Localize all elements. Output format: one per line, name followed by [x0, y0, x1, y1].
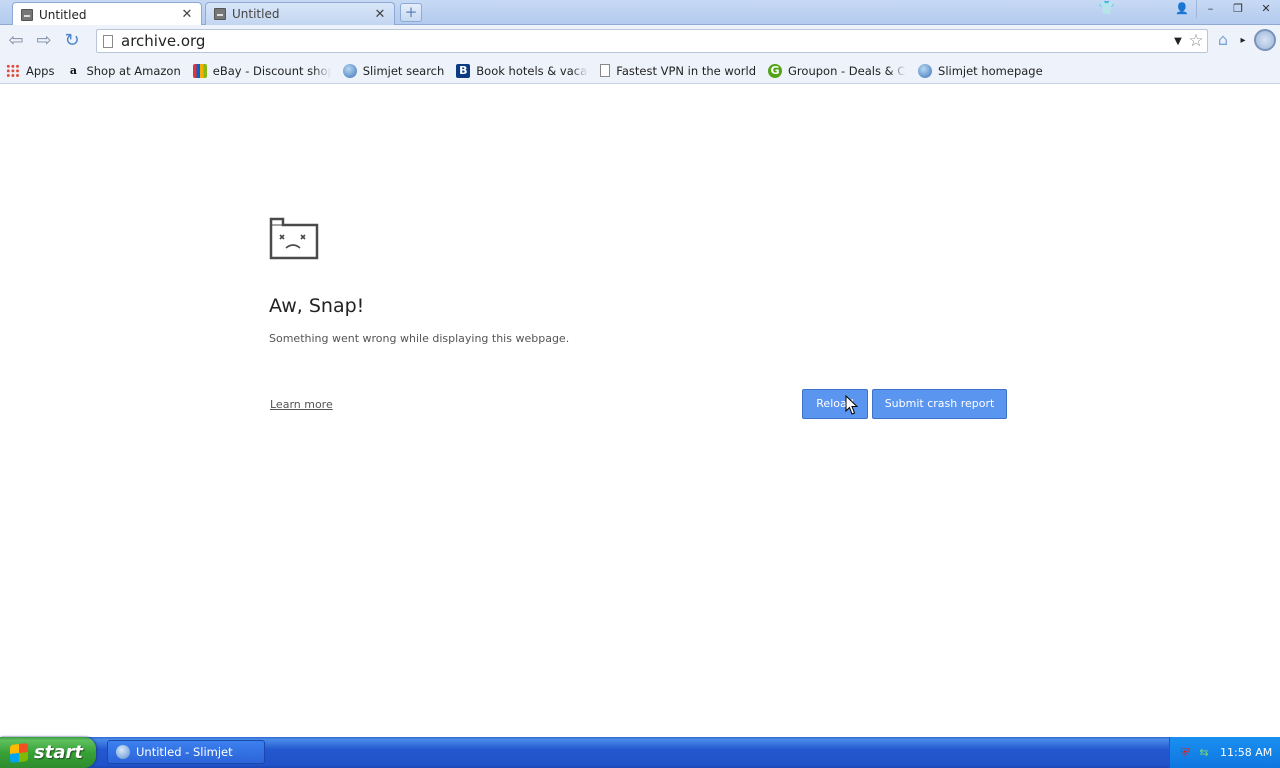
forward-arrow-icon[interactable]: ⇨ — [32, 30, 56, 54]
error-message: Something went wrong while displaying th… — [269, 332, 570, 345]
start-label: start — [34, 742, 83, 763]
maximize-button[interactable]: ❐ — [1224, 0, 1252, 18]
sad-tab-favicon-icon — [214, 8, 226, 20]
page-content: Aw, Snap! Something went wrong while dis… — [0, 85, 1280, 737]
bookmark-label: Fastest VPN in the world — [616, 63, 757, 78]
slimjet-icon — [116, 745, 130, 759]
network-icon[interactable]: ⇆ — [1197, 746, 1211, 760]
window-controls: 👤 – ❐ ✕ — [1168, 0, 1280, 20]
bookmark-label: eBay - Discount shoppin — [212, 63, 331, 78]
profile-icon[interactable]: 👤 — [1168, 0, 1196, 18]
back-arrow-icon[interactable]: ⇦ — [4, 30, 28, 54]
sad-tab-favicon-icon — [21, 8, 33, 21]
bookmark-star-icon[interactable]: ☆ — [1185, 31, 1207, 51]
bookmark-label: Apps — [26, 63, 55, 78]
bookmark-vpn[interactable]: Fastest VPN in the world — [600, 64, 756, 78]
browser-menu-icon[interactable] — [1254, 29, 1276, 51]
bookmark-label: Shop at Amazon — [86, 63, 181, 78]
tab-untitled-active[interactable]: Untitled ✕ — [12, 2, 202, 26]
tab-close-icon[interactable]: ✕ — [372, 7, 388, 22]
tab-untitled-inactive[interactable]: Untitled ✕ — [205, 2, 395, 25]
bookmark-groupon[interactable]: G Groupon - Deals & Coup — [768, 63, 906, 78]
bookmark-slimjet-homepage[interactable]: Slimjet homepage — [918, 63, 1043, 78]
home-icon[interactable]: ⌂ — [1212, 30, 1234, 52]
apps-grid-icon — [6, 63, 20, 78]
taskbar-item-label: Untitled - Slimjet — [136, 745, 233, 759]
ebay-icon — [192, 63, 207, 78]
tab-close-icon[interactable]: ✕ — [179, 7, 195, 22]
booking-icon: B — [456, 63, 471, 78]
bookmark-apps[interactable]: Apps — [6, 63, 55, 78]
minimize-button[interactable]: – — [1196, 0, 1224, 18]
bookmark-label: Groupon - Deals & Coup — [788, 63, 906, 78]
bookmark-booking[interactable]: B Book hotels & vacation r — [456, 63, 588, 78]
reload-icon[interactable]: ↻ — [60, 30, 84, 54]
system-tray: ⛨ ⇆ 11:58 AM — [1169, 737, 1280, 768]
windows-logo-icon — [10, 742, 28, 763]
sad-tab-icon — [269, 217, 319, 260]
bookmark-ebay[interactable]: eBay - Discount shoppin — [192, 63, 331, 78]
learn-more-link[interactable]: Learn more — [270, 398, 333, 411]
taskbar-item-slimjet[interactable]: Untitled - Slimjet — [107, 740, 265, 764]
reload-button[interactable]: Reload — [802, 389, 868, 419]
bookmark-amazon[interactable]: a Shop at Amazon — [66, 63, 181, 78]
bookmark-label: Slimjet search — [362, 63, 445, 78]
security-shield-icon[interactable]: ⛨ — [1178, 746, 1192, 760]
page-icon — [600, 64, 611, 77]
bookmark-slimjet-search[interactable]: Slimjet search — [342, 63, 445, 78]
bookmark-label: Slimjet homepage — [938, 63, 1043, 78]
amazon-icon: a — [69, 64, 78, 77]
browser-toolbar: ⇦ ⇨ ↻ archive.org ▼ ☆ ⌂ ▸ — [0, 25, 1280, 58]
tab-title: Untitled — [39, 7, 87, 22]
globe-icon — [918, 63, 933, 78]
page-icon — [103, 34, 113, 48]
submit-crash-report-button[interactable]: Submit crash report — [872, 389, 1007, 419]
windows-taskbar: start Untitled - Slimjet ⛨ ⇆ 11:58 AM — [0, 737, 1280, 768]
groupon-icon: G — [768, 63, 783, 78]
tab-title: Untitled — [232, 7, 280, 21]
close-window-button[interactable]: ✕ — [1252, 0, 1280, 18]
bookmark-label: Book hotels & vacation r — [476, 63, 588, 78]
start-button[interactable]: start — [0, 737, 96, 768]
tab-strip: Untitled ✕ Untitled ✕ + 👕 👤 – ❐ ✕ — [0, 0, 1280, 26]
error-heading: Aw, Snap! — [269, 295, 365, 317]
url-text[interactable]: archive.org — [121, 32, 1171, 50]
bookmarks-bar: Apps a Shop at Amazon eBay - Discount sh… — [0, 58, 1280, 84]
overflow-arrow-icon[interactable]: ▸ — [1238, 30, 1248, 52]
globe-icon — [342, 63, 357, 78]
clock[interactable]: 11:58 AM — [1220, 746, 1272, 759]
chevron-down-icon[interactable]: ▼ — [1171, 36, 1185, 47]
new-tab-button[interactable]: + — [400, 3, 422, 22]
theme-shirt-icon[interactable]: 👕 — [1097, 1, 1117, 19]
address-bar[interactable]: archive.org ▼ ☆ — [96, 29, 1208, 53]
